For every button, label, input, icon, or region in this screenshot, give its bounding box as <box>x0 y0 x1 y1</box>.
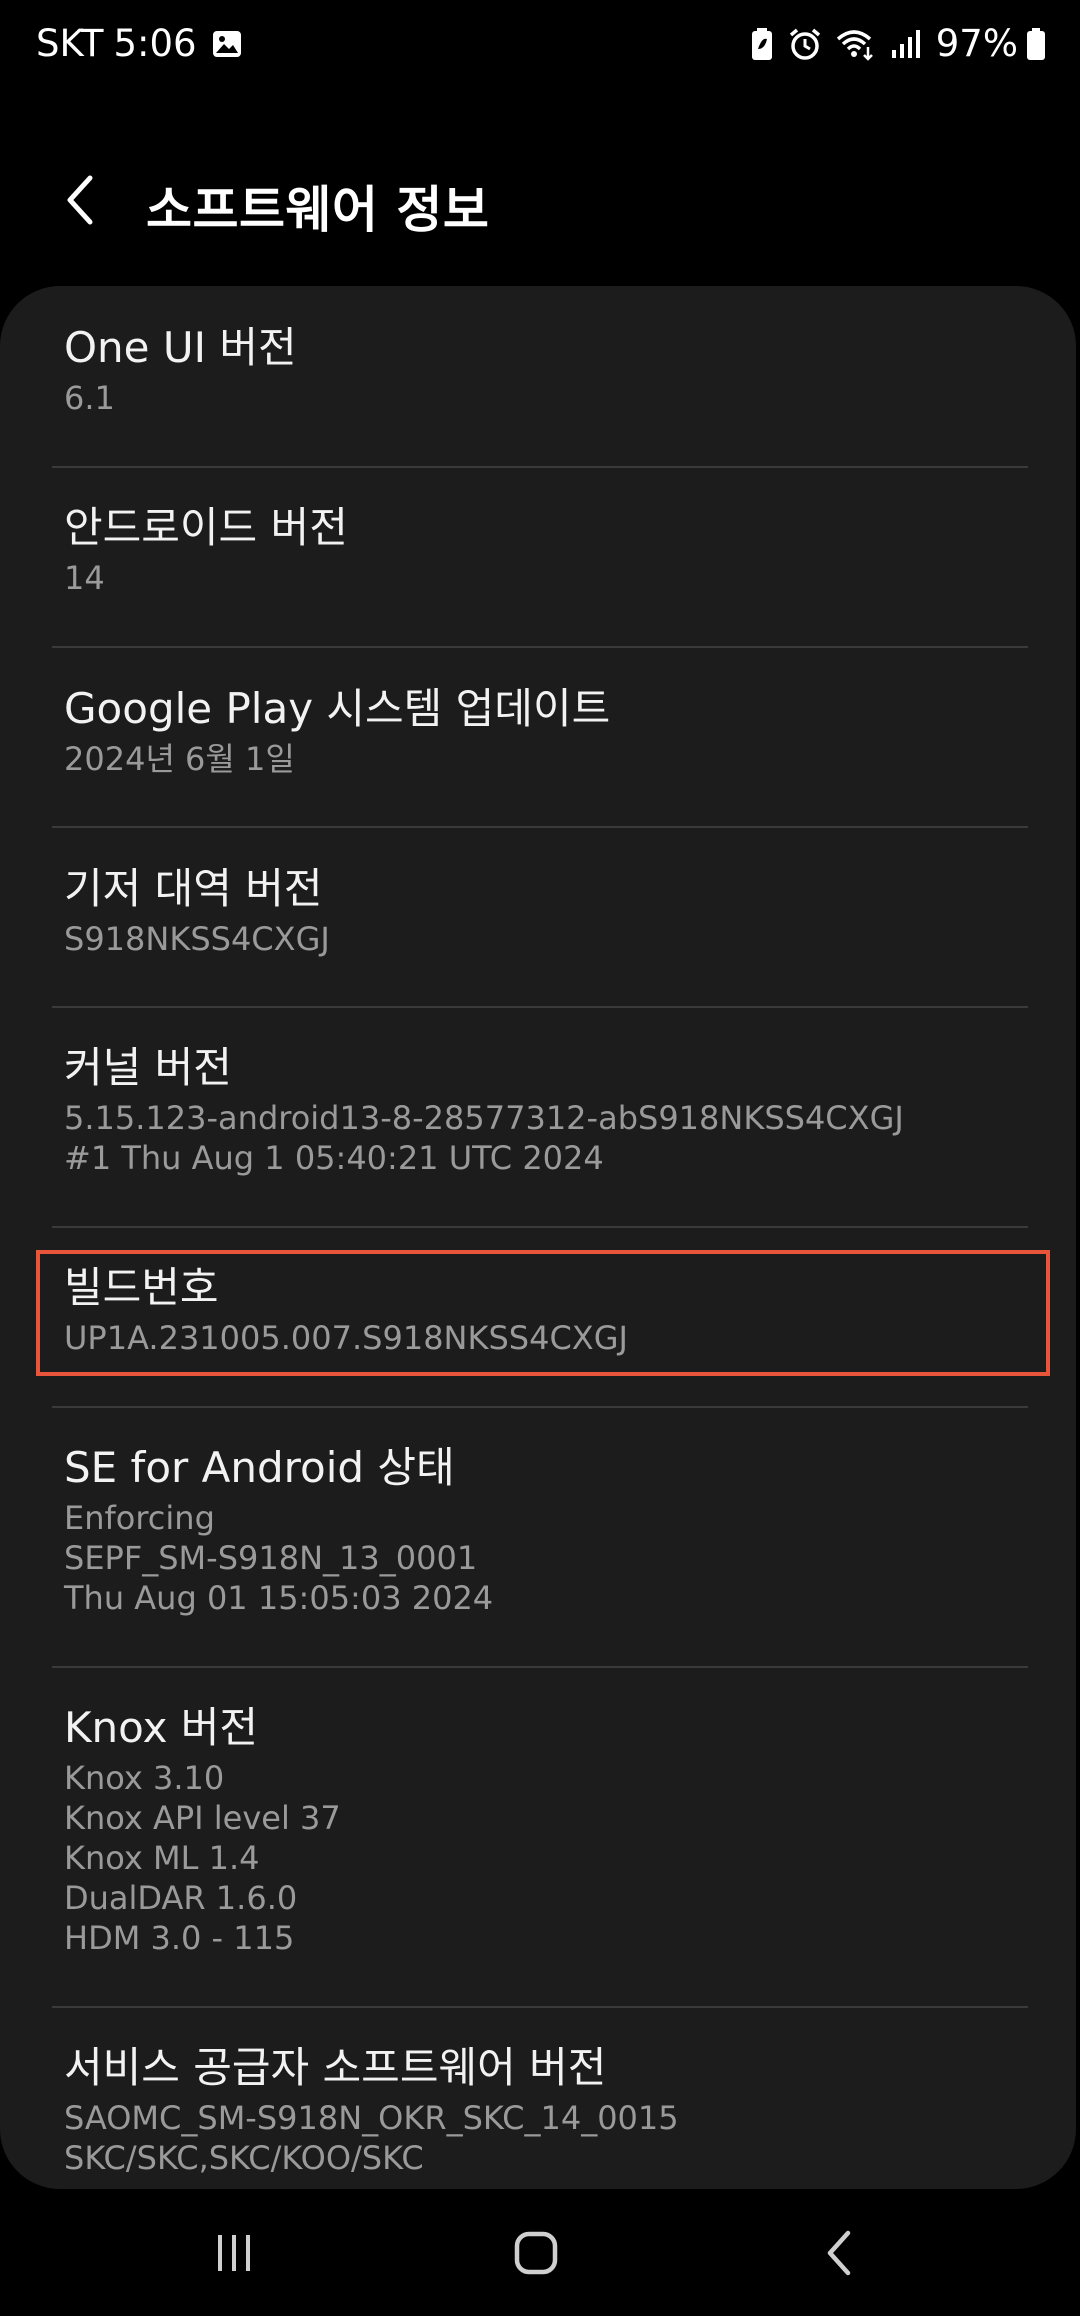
item-value: #1 Thu Aug 1 05:40:21 UTC 2024 <box>64 1139 604 1177</box>
signal-icon <box>890 28 922 60</box>
item-value: Knox ML 1.4 <box>64 1839 260 1877</box>
alarm-icon <box>788 27 822 61</box>
wifi-icon <box>836 27 876 61</box>
divider <box>52 2006 1028 2008</box>
list-item-se-for-android-status[interactable]: SE for Android 상태 Enforcing SEPF_SM-S918… <box>64 1440 1024 1618</box>
divider <box>52 1226 1028 1228</box>
item-value: UP1A.231005.007.S918NKSS4CXGJ <box>64 1319 628 1357</box>
item-value: 2024년 6월 1일 <box>64 740 295 778</box>
item-value: Thu Aug 01 15:05:03 2024 <box>64 1579 494 1617</box>
item-title: 커널 버전 <box>64 1043 232 1092</box>
back-button[interactable] <box>50 170 110 230</box>
item-value: Knox 3.10 <box>64 1759 225 1797</box>
list-item-baseband-version[interactable]: 기저 대역 버전 S918NKSS4CXGJ <box>64 861 1024 959</box>
battery-saver-icon <box>750 27 774 61</box>
battery-percent: 97% <box>935 22 1018 65</box>
item-title: Knox 버전 <box>64 1703 259 1752</box>
nav-back-button[interactable] <box>790 2210 890 2296</box>
item-title: SE for Android 상태 <box>64 1443 455 1492</box>
status-left: SKT 5:06 <box>36 22 243 65</box>
item-value: HDM 3.0 - 115 <box>64 1919 295 1957</box>
item-title: 서비스 공급자 소프트웨어 버전 <box>64 2043 607 2092</box>
gallery-icon <box>211 28 243 60</box>
item-title: 안드로이드 버전 <box>64 503 348 552</box>
divider <box>52 826 1028 828</box>
divider <box>52 1006 1028 1008</box>
app-header: 소프트웨어 정보 <box>0 150 1080 250</box>
status-bar: SKT 5:06 97% <box>0 0 1080 96</box>
back-icon <box>827 2230 851 2276</box>
carrier-label: SKT <box>36 22 104 65</box>
item-title: One UI 버전 <box>64 323 297 372</box>
item-value: S918NKSS4CXGJ <box>64 920 330 958</box>
item-value: 14 <box>64 559 105 597</box>
item-title: 기저 대역 버전 <box>64 864 323 913</box>
item-title: 빌드번호 <box>64 1263 219 1312</box>
recent-apps-button[interactable] <box>184 2210 284 2296</box>
divider <box>52 1666 1028 1668</box>
list-item-service-provider-sw-version[interactable]: 서비스 공급자 소프트웨어 버전 SAOMC_SM-S918N_OKR_SKC_… <box>64 2040 1024 2178</box>
list-item-knox-version[interactable]: Knox 버전 Knox 3.10 Knox API level 37 Knox… <box>64 1700 1024 1958</box>
status-right: 97% <box>750 22 1046 65</box>
clock: 5:06 <box>113 22 197 65</box>
list-item-kernel-version[interactable]: 커널 버전 5.15.123-android13-8-28577312-abS9… <box>64 1040 1024 1178</box>
home-button[interactable] <box>486 2210 586 2296</box>
chevron-left-icon <box>67 175 93 225</box>
software-info-list: One UI 버전 6.1 안드로이드 버전 14 Google Play 시스… <box>0 286 1076 2189</box>
divider <box>52 466 1028 468</box>
item-value: 5.15.123-android13-8-28577312-abS918NKSS… <box>64 1099 904 1137</box>
item-value: Enforcing <box>64 1499 215 1537</box>
list-item-google-play-system-update[interactable]: Google Play 시스템 업데이트 2024년 6월 1일 <box>64 681 1024 779</box>
divider <box>52 646 1028 648</box>
battery-icon <box>1026 27 1046 61</box>
recent-apps-icon <box>218 2235 250 2271</box>
item-value: Knox API level 37 <box>64 1799 341 1837</box>
item-title: Google Play 시스템 업데이트 <box>64 684 611 733</box>
page-title: 소프트웨어 정보 <box>146 181 490 239</box>
item-value: DualDAR 1.6.0 <box>64 1879 298 1917</box>
item-value: 6.1 <box>64 379 115 417</box>
list-item-build-number[interactable]: 빌드번호 UP1A.231005.007.S918NKSS4CXGJ <box>64 1260 1024 1358</box>
list-item-one-ui-version[interactable]: One UI 버전 6.1 <box>64 320 1024 418</box>
item-value: SAOMC_SM-S918N_OKR_SKC_14_0015 <box>64 2099 679 2137</box>
item-value: SKC/SKC,SKC/KOO/SKC <box>64 2139 424 2177</box>
navigation-bar <box>0 2190 1080 2316</box>
list-item-android-version[interactable]: 안드로이드 버전 14 <box>64 500 1024 598</box>
item-value: SEPF_SM-S918N_13_0001 <box>64 1539 478 1577</box>
home-icon <box>514 2231 558 2275</box>
divider <box>52 1406 1028 1408</box>
